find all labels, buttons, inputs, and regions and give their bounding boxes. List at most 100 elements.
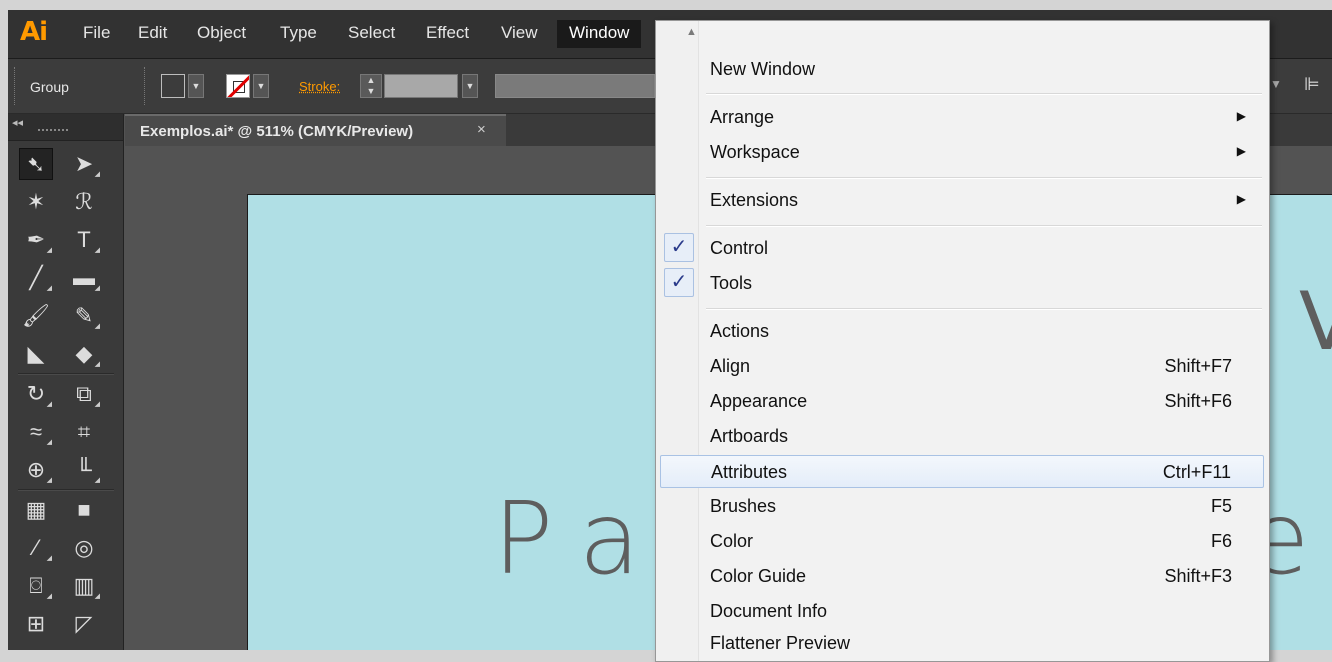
magic-wand-tool-icon[interactable]: ✶	[19, 186, 53, 218]
menu-item-label: Attributes	[711, 462, 788, 482]
tool-row: ⌼ ◢ ▥ ◢	[19, 570, 113, 604]
menu-item-label: Extensions	[710, 190, 799, 210]
menu-type[interactable]: Type	[280, 23, 317, 43]
scale-tool-icon[interactable]: ⧉ ◢	[67, 378, 101, 410]
blob-brush-tool-icon[interactable]: ◣	[19, 338, 53, 370]
menu-item-shortcut: Shift+F7	[1164, 356, 1232, 376]
menu-item-label: Brushes	[710, 496, 777, 516]
eraser-tool-icon[interactable]: ◆ ◢	[67, 338, 101, 370]
menu-separator	[706, 93, 1262, 95]
menu-item-color-guide[interactable]: Color Guide Shift+F3	[660, 560, 1264, 593]
stroke-weight-dropdown[interactable]: ▼	[462, 74, 478, 98]
selection-tool-icon[interactable]: ➷	[19, 148, 53, 180]
eyedropper-tool-icon[interactable]: ⁄ ◢	[19, 532, 53, 564]
window-menu-dropdown: ▲ New Window Arrange ▶ Workspace ▶ Exten…	[655, 20, 1270, 662]
lasso-tool-icon[interactable]: ℛ	[67, 186, 101, 218]
panel-grip[interactable]	[38, 129, 68, 134]
menu-item-tools[interactable]: ✓ Tools	[660, 267, 1264, 300]
menu-file[interactable]: File	[83, 23, 110, 43]
tool-row: 🖌 ✎ ◢	[19, 300, 113, 334]
submenu-arrow-icon: ▶	[1236, 192, 1246, 206]
menu-item-document-info[interactable]: Document Info	[660, 595, 1264, 628]
slice-tool-icon[interactable]: ◸	[67, 608, 101, 640]
menu-item-shortcut: F5	[1210, 496, 1232, 516]
width-tool-icon[interactable]: ≈ ◢	[19, 416, 53, 448]
tool-row: ⊕ ◢ ╙ ◢	[19, 454, 113, 488]
tool-row: ╱ ◢ ▬ ◢	[19, 262, 113, 296]
menu-item-shortcut: F6	[1210, 531, 1232, 551]
tools-panel: ◂◂ ➷ ➤ ◢ ✶ ℛ ✒ ◢ T ◢ ╱ ◢ ▬ ◢ 🖌 ✎ ◢ ◣ ◆ ◢ ↻ ◢	[8, 114, 124, 650]
menu-item-artboards[interactable]: Artboards	[660, 420, 1264, 453]
document-tab[interactable]: Exemplos.ai* @ 511% (CMYK/Preview) ×	[125, 114, 506, 146]
symbol-sprayer-tool-icon[interactable]: ⌼ ◢	[19, 570, 53, 602]
menu-item-extensions[interactable]: Extensions ▶	[660, 184, 1264, 217]
submenu-arrow-icon: ▶	[1236, 144, 1246, 158]
tool-row: ⁄ ◢ ◎	[19, 532, 113, 566]
menu-item-align[interactable]: Align Shift+F7	[660, 350, 1264, 383]
mesh-tool-icon[interactable]: ▦	[19, 494, 53, 526]
artboard-text: V	[1299, 275, 1332, 368]
line-segment-tool-icon[interactable]: ╱ ◢	[19, 262, 53, 294]
menu-item-label: Color	[710, 531, 754, 551]
collapse-icon[interactable]: ◂◂	[12, 116, 23, 129]
menu-window[interactable]: Window	[557, 20, 642, 48]
menu-item-shortcut: Shift+F6	[1164, 391, 1232, 411]
menu-item-attributes[interactable]: Attributes Ctrl+F11	[660, 455, 1264, 488]
align-left-icon[interactable]: ⊫	[1304, 74, 1320, 95]
menu-item-actions[interactable]: Actions	[660, 315, 1264, 348]
stroke-dropdown-button[interactable]: ▼	[253, 74, 269, 98]
stroke-label[interactable]: Stroke:	[299, 79, 340, 94]
tool-row: ↻ ◢ ⧉ ◢	[19, 378, 113, 412]
menu-select[interactable]: Select	[348, 23, 395, 43]
menu-edit[interactable]: Edit	[138, 23, 167, 43]
artboard-tool-icon[interactable]: ⊞	[19, 608, 53, 640]
menu-item-label: Tools	[710, 273, 753, 293]
menu-view[interactable]: View	[501, 23, 538, 43]
menu-item-control[interactable]: ✓ Control	[660, 232, 1264, 265]
pen-tool-icon[interactable]: ✒ ◢	[19, 224, 53, 256]
fill-swatch[interactable]	[161, 74, 185, 98]
divider	[144, 67, 147, 105]
menu-effect[interactable]: Effect	[426, 23, 469, 43]
scroll-up-icon[interactable]: ▲	[686, 26, 697, 38]
menu-item-workspace[interactable]: Workspace ▶	[660, 136, 1264, 169]
checkmark-icon: ✓	[664, 268, 694, 297]
menu-item-label: Appearance	[710, 391, 808, 411]
column-graph-tool-icon[interactable]: ▥ ◢	[67, 570, 101, 602]
menu-item-label: New Window	[710, 59, 816, 79]
direct-selection-tool-icon[interactable]: ➤ ◢	[67, 148, 101, 180]
free-transform-tool-icon[interactable]: ⌗	[67, 416, 101, 448]
blend-tool-icon[interactable]: ◎	[67, 532, 101, 564]
variable-width-profile-field[interactable]	[495, 74, 655, 98]
close-icon[interactable]: ×	[477, 121, 486, 138]
tool-row: ≈ ◢ ⌗	[19, 416, 113, 450]
menu-item-label: Flattener Preview	[710, 633, 851, 653]
gradient-tool-icon[interactable]: ■	[67, 494, 101, 526]
stroke-weight-field[interactable]	[384, 74, 458, 98]
paintbrush-tool-icon[interactable]: 🖌	[19, 300, 53, 332]
menu-item-arrange[interactable]: Arrange ▶	[660, 101, 1264, 134]
tool-row: ▦ ■	[19, 494, 113, 528]
chevron-down-icon[interactable]: ▼	[1270, 77, 1282, 91]
menu-item-new-window[interactable]: New Window	[660, 53, 1264, 86]
menu-item-brushes[interactable]: Brushes F5	[660, 490, 1264, 523]
stroke-swatch[interactable]	[226, 74, 250, 98]
document-tab-title: Exemplos.ai* @ 511% (CMYK/Preview)	[140, 123, 414, 140]
fill-dropdown-button[interactable]: ▼	[188, 74, 204, 98]
stroke-weight-stepper[interactable]: ▲ ▼	[360, 74, 382, 98]
none-color-slash-icon	[227, 75, 249, 97]
menu-item-label: Control	[710, 238, 769, 258]
menu-separator	[706, 177, 1262, 179]
menu-item-color[interactable]: Color F6	[660, 525, 1264, 558]
shape-builder-tool-icon[interactable]: ⊕ ◢	[19, 454, 53, 486]
rectangle-tool-icon[interactable]: ▬ ◢	[67, 262, 101, 294]
menu-item-flattener-preview[interactable]: Flattener Preview	[660, 627, 1264, 660]
type-tool-icon[interactable]: T ◢	[67, 224, 101, 256]
artboard-text: Pa	[493, 480, 671, 597]
menu-item-label: Workspace	[710, 142, 800, 162]
perspective-grid-tool-icon[interactable]: ╙ ◢	[67, 454, 101, 486]
rotate-tool-icon[interactable]: ↻ ◢	[19, 378, 53, 410]
pencil-tool-icon[interactable]: ✎ ◢	[67, 300, 101, 332]
menu-object[interactable]: Object	[197, 23, 246, 43]
menu-item-appearance[interactable]: Appearance Shift+F6	[660, 385, 1264, 418]
